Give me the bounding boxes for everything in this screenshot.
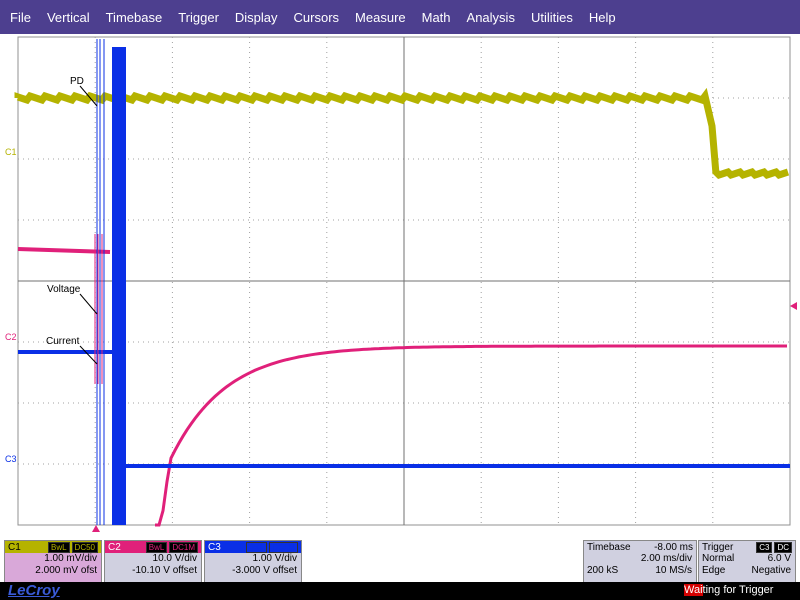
menu-trigger[interactable]: Trigger [170, 10, 227, 25]
menu-analysis[interactable]: Analysis [459, 10, 523, 25]
trigger-slope: Negative [751, 565, 791, 576]
c2-marker: C2 [5, 332, 17, 342]
c1-marker: C1 [5, 147, 17, 157]
trigger-mode: Normal [702, 553, 735, 564]
c2-coupling-tag: DC1M [169, 541, 198, 553]
menu-utilities[interactable]: Utilities [523, 10, 581, 25]
menu-vertical[interactable]: Vertical [39, 10, 98, 25]
c3-bwl-tag: BwL [245, 541, 268, 553]
c2-descriptor[interactable]: C2 BwL DC1M 10.0 V/div -10.10 V offset [104, 540, 202, 584]
c3-vdiv: 1.00 V/div [252, 553, 297, 564]
c3-burst-block [112, 47, 126, 525]
timebase-tdiv: 2.00 ms/div [640, 553, 692, 564]
trigger-level-marker [790, 302, 797, 310]
c2-offset: -10.10 V offset [132, 565, 197, 576]
trigger-type: Edge [702, 565, 726, 576]
c3-descriptor[interactable]: C3 BwL DC1M 1.00 V/div -3.000 V offset [204, 540, 302, 584]
status-bar: LeCroy Waiting for Trigger [0, 582, 800, 600]
waveform-display[interactable]: C1 C2 C3 PD Voltage Current [0, 34, 800, 536]
c2-name: C2 [108, 541, 121, 553]
c3-coupling-tag: DC1M [269, 541, 298, 553]
timebase-samples: 200 kS [587, 565, 619, 576]
c1-name: C1 [8, 541, 21, 553]
menu-measure[interactable]: Measure [347, 10, 414, 25]
status-text: Waiting for Trigger [684, 584, 773, 596]
menu-display[interactable]: Display [227, 10, 286, 25]
trigger-source-tag: C3 [756, 541, 773, 553]
timebase-label: Timebase [587, 541, 631, 553]
c3-name: C3 [208, 541, 221, 553]
waveform-graticule [14, 36, 797, 532]
menu-math[interactable]: Math [414, 10, 459, 25]
c1-coupling-tag: DC50 [71, 541, 98, 553]
trigger-position-marker [92, 525, 100, 532]
c2-vdiv: 10.0 V/div [152, 553, 197, 564]
trigger-label: Trigger [702, 541, 734, 553]
menu-help[interactable]: Help [581, 10, 624, 25]
menu-timebase[interactable]: Timebase [98, 10, 171, 25]
trigger-coupling-tag: DC [774, 541, 792, 553]
c3-offset: -3.000 V offset [232, 565, 297, 576]
c3-marker: C3 [5, 454, 17, 464]
c1-vdiv: 1.00 mV/div [44, 553, 97, 564]
c2-bwl-tag: BwL [145, 541, 168, 553]
annotation-current: Current [46, 336, 80, 347]
status-highlight: Wai [684, 584, 703, 596]
trigger-descriptor[interactable]: Trigger C3 DC Normal 6.0 V Edge Negative [698, 540, 796, 584]
status-rest: ting for Trigger [702, 584, 774, 596]
annotation-pd: PD [70, 76, 84, 87]
trigger-level: 6.0 V [767, 553, 791, 564]
timebase-delay: -8.00 ms [654, 541, 693, 553]
c1-bwl-tag: BwL [47, 541, 70, 553]
menu-file[interactable]: File [0, 10, 39, 25]
annotation-voltage: Voltage [47, 284, 81, 295]
menu-cursors[interactable]: Cursors [286, 10, 348, 25]
lecroy-logo: LeCroy [8, 582, 60, 599]
c1-offset: 2.000 mV ofst [35, 565, 97, 576]
timebase-descriptor[interactable]: Timebase -8.00 ms 2.00 ms/div 200 kS 10 … [583, 540, 697, 584]
timebase-rate: 10 MS/s [655, 565, 692, 576]
c1-descriptor[interactable]: C1 BwL DC50 1.00 mV/div 2.000 mV ofst [4, 540, 102, 584]
menu-bar: File Vertical Timebase Trigger Display C… [0, 0, 800, 34]
